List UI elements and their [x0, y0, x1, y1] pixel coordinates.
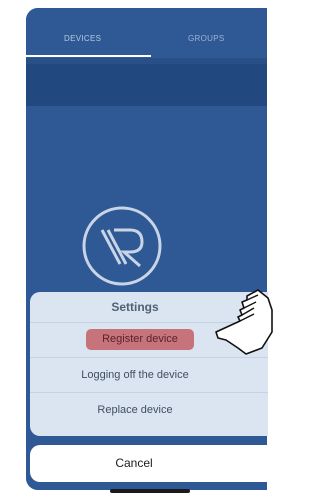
cancel-label: Cancel	[115, 456, 153, 470]
tab-bar: DEVICES GROUPS	[26, 8, 267, 58]
replace-device-label: Replace device	[97, 404, 173, 416]
log-off-device-item[interactable]: Logging off the device	[30, 357, 268, 392]
tab-active-indicator	[26, 55, 151, 57]
sub-header-bar	[26, 64, 267, 106]
brand-logo-icon	[82, 206, 162, 286]
hand-pointer-icon	[215, 289, 273, 355]
cancel-button[interactable]: Cancel	[30, 445, 268, 482]
sheet-title: Settings	[111, 300, 159, 314]
replace-device-item[interactable]: Replace device	[30, 392, 268, 427]
tab-groups[interactable]: GROUPS	[188, 34, 224, 43]
tab-devices[interactable]: DEVICES	[64, 34, 101, 43]
log-off-device-label: Logging off the device	[81, 369, 189, 381]
home-indicator	[110, 489, 190, 493]
